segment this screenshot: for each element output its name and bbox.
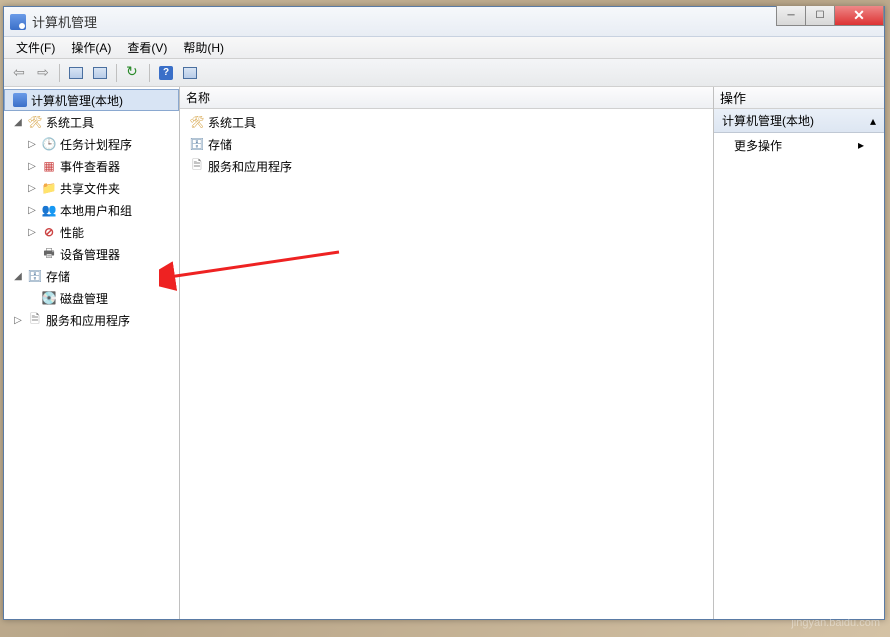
toolbar: ⇦ ⇨ ? (4, 59, 884, 87)
list-item-label: 服务和应用程序 (208, 158, 292, 175)
action-more-label: 更多操作 (734, 137, 782, 154)
help-icon: ? (159, 66, 173, 80)
help-button[interactable]: ? (155, 62, 177, 84)
app-icon (10, 14, 26, 30)
action-pane-header: 操作 (714, 87, 884, 109)
column-name: 名称 (186, 89, 210, 106)
device-icon: 🖶 (41, 246, 57, 262)
action-pane: 操作 计算机管理(本地) ▴ 更多操作 ▸ (714, 87, 884, 619)
window-controls: ─ ☐ ✕ (777, 6, 884, 26)
action-section[interactable]: 计算机管理(本地) ▴ (714, 109, 884, 133)
content-area: 计算机管理(本地) ◢ 🛠 系统工具 ▷ 🕒 任务计划程序 ▷ ▦ 事件查看器 … (4, 87, 884, 619)
tree-event-viewer[interactable]: ▷ ▦ 事件查看器 (4, 155, 179, 177)
performance-icon: ⊘ (41, 224, 57, 240)
expand-toggle[interactable]: ▷ (26, 227, 38, 238)
tree-services-apps[interactable]: ▷ 🗎 服务和应用程序 (4, 309, 179, 331)
event-icon: ▦ (41, 158, 57, 174)
tree-disk-management[interactable]: 💽 磁盘管理 (4, 287, 179, 309)
tree-label: 存储 (46, 268, 70, 285)
menu-action[interactable]: 操作(A) (63, 37, 119, 58)
tree-label: 磁盘管理 (60, 290, 108, 307)
close-button[interactable]: ✕ (834, 6, 884, 26)
list-body: 🛠 系统工具 🗄 存储 🗎 服务和应用程序 (180, 109, 713, 619)
refresh-button[interactable] (122, 62, 144, 84)
expand-toggle[interactable]: ◢ (12, 117, 24, 128)
expand-toggle[interactable]: ▷ (26, 161, 38, 172)
tree-label: 服务和应用程序 (46, 312, 130, 329)
storage-icon: 🗄 (189, 136, 205, 152)
list-column-header[interactable]: 名称 (180, 87, 713, 109)
window-title: 计算机管理 (32, 12, 97, 31)
collapse-icon: ▴ (870, 114, 876, 128)
tools-icon: 🛠 (189, 114, 205, 130)
minimize-button[interactable]: ─ (776, 6, 806, 26)
tree-performance[interactable]: ▷ ⊘ 性能 (4, 221, 179, 243)
action-pane-button[interactable] (179, 62, 201, 84)
expand-toggle[interactable]: ▷ (26, 205, 38, 216)
tools-icon: 🛠 (27, 114, 43, 130)
tree-system-tools[interactable]: ◢ 🛠 系统工具 (4, 111, 179, 133)
services-icon: 🗎 (27, 312, 43, 328)
forward-button[interactable]: ⇨ (32, 62, 54, 84)
arrow-left-icon: ⇦ (13, 64, 25, 81)
computer-management-window: 计算机管理 ─ ☐ ✕ 文件(F) 操作(A) 查看(V) 帮助(H) ⇦ ⇨ … (3, 6, 885, 620)
expand-toggle[interactable]: ▷ (12, 315, 24, 326)
tree-label: 系统工具 (46, 114, 94, 131)
chevron-right-icon: ▸ (858, 138, 864, 152)
panel-icon (183, 67, 197, 79)
tree-storage[interactable]: ◢ 🗄 存储 (4, 265, 179, 287)
tree-label: 本地用户和组 (60, 202, 132, 219)
toolbar-separator (149, 64, 150, 82)
tree-shared-folders[interactable]: ▷ 📁 共享文件夹 (4, 177, 179, 199)
list-item-label: 存储 (208, 136, 232, 153)
action-more[interactable]: 更多操作 ▸ (714, 133, 884, 157)
tree-task-scheduler[interactable]: ▷ 🕒 任务计划程序 (4, 133, 179, 155)
tree-local-users[interactable]: ▷ 👥 本地用户和组 (4, 199, 179, 221)
tree-label: 性能 (60, 224, 84, 241)
tree-root[interactable]: 计算机管理(本地) (4, 89, 179, 111)
menu-file[interactable]: 文件(F) (8, 37, 63, 58)
clock-icon: 🕒 (41, 136, 57, 152)
menubar: 文件(F) 操作(A) 查看(V) 帮助(H) (4, 37, 884, 59)
expand-toggle[interactable]: ▷ (26, 183, 38, 194)
list-pane[interactable]: 名称 🛠 系统工具 🗄 存储 🗎 服务和应用程序 (180, 87, 714, 619)
list-item-label: 系统工具 (208, 114, 256, 131)
arrow-right-icon: ⇨ (37, 64, 49, 81)
disk-icon: 💽 (41, 290, 57, 306)
tree-label: 共享文件夹 (60, 180, 120, 197)
tree-label: 设备管理器 (60, 246, 120, 263)
computer-icon (12, 92, 28, 108)
tree-label: 任务计划程序 (60, 136, 132, 153)
back-button[interactable]: ⇦ (8, 62, 30, 84)
share-icon: 📁 (41, 180, 57, 196)
properties-icon (93, 67, 107, 79)
tree-panel-icon (69, 67, 83, 79)
expand-toggle[interactable]: ◢ (12, 271, 24, 282)
tree-pane[interactable]: 计算机管理(本地) ◢ 🛠 系统工具 ▷ 🕒 任务计划程序 ▷ ▦ 事件查看器 … (4, 87, 180, 619)
action-section-label: 计算机管理(本地) (722, 112, 814, 129)
expand-toggle[interactable]: ▷ (26, 139, 38, 150)
users-icon: 👥 (41, 202, 57, 218)
menu-view[interactable]: 查看(V) (119, 37, 175, 58)
properties-button[interactable] (89, 62, 111, 84)
toolbar-separator (59, 64, 60, 82)
tree-label: 事件查看器 (60, 158, 120, 175)
tree-label: 计算机管理(本地) (31, 92, 123, 109)
services-icon: 🗎 (189, 158, 205, 174)
storage-icon: 🗄 (27, 268, 43, 284)
action-header-label: 操作 (720, 88, 746, 107)
list-item[interactable]: 🛠 系统工具 (180, 111, 713, 133)
toolbar-separator (116, 64, 117, 82)
show-hide-tree-button[interactable] (65, 62, 87, 84)
maximize-button[interactable]: ☐ (805, 6, 835, 26)
titlebar[interactable]: 计算机管理 ─ ☐ ✕ (4, 7, 884, 37)
list-item[interactable]: 🗎 服务和应用程序 (180, 155, 713, 177)
menu-help[interactable]: 帮助(H) (175, 37, 232, 58)
refresh-icon (126, 66, 140, 80)
list-item[interactable]: 🗄 存储 (180, 133, 713, 155)
tree-device-manager[interactable]: 🖶 设备管理器 (4, 243, 179, 265)
